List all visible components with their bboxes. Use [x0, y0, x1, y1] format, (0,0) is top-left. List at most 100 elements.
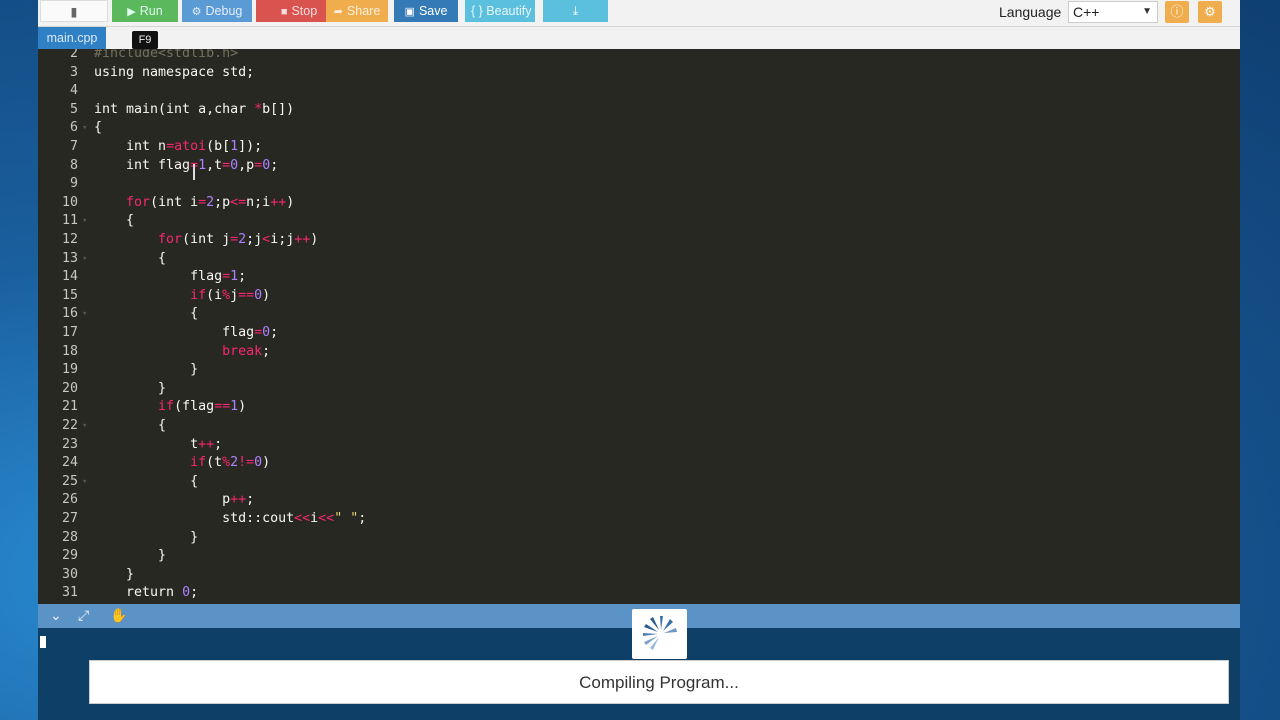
- expand-icon[interactable]: ⤢: [78, 607, 89, 624]
- tab-main-cpp[interactable]: main.cpp: [38, 27, 106, 49]
- code-line[interactable]: 28 }: [38, 529, 1240, 547]
- line-number: 4: [69, 83, 78, 99]
- line-number: 20: [61, 380, 78, 396]
- pin-icon[interactable]: ✋: [110, 607, 127, 624]
- line-number: 24: [61, 455, 78, 471]
- console-cursor: [40, 636, 46, 648]
- line-number: 31: [61, 585, 78, 601]
- code-line[interactable]: 27 std::cout<<i<<" ";: [38, 510, 1240, 528]
- code-text: int flag=1,t=0,p=0;: [94, 157, 279, 173]
- code-line[interactable]: 2 #include<stdlib.h>: [38, 49, 1240, 63]
- line-number: 16: [61, 306, 78, 322]
- file-tab-strip: main.cpp F9: [38, 27, 1240, 49]
- line-number: 14: [61, 269, 78, 285]
- code-line[interactable]: 17 flag=0;: [38, 324, 1240, 342]
- line-number: 28: [61, 529, 78, 545]
- code-line[interactable]: 9: [38, 175, 1240, 193]
- save-icon: ▣: [404, 6, 415, 18]
- stop-icon: ■: [280, 6, 288, 18]
- compiling-status: Compiling Program...: [89, 660, 1229, 704]
- code-line[interactable]: 14 flag=1;: [38, 268, 1240, 286]
- run-button[interactable]: ▶ Run: [112, 0, 178, 22]
- line-number: 13: [61, 250, 78, 266]
- shortcut-tooltip: F9: [132, 31, 158, 49]
- code-line[interactable]: 11 ▾ {: [38, 212, 1240, 230]
- line-number: 11: [61, 213, 78, 229]
- code-text: return 0;: [94, 585, 199, 601]
- settings-button[interactable]: ⚙: [1198, 1, 1222, 23]
- code-text: }: [94, 362, 199, 378]
- code-line[interactable]: 13 ▾ {: [38, 250, 1240, 268]
- code-line[interactable]: 6 ▾ {: [38, 119, 1240, 137]
- line-number: 18: [61, 343, 78, 359]
- language-select[interactable]: C++ ▼: [1068, 1, 1158, 23]
- fold-arrow-icon[interactable]: ▾: [82, 305, 87, 323]
- code-text: flag=0;: [94, 325, 279, 340]
- fold-arrow-icon[interactable]: ▾: [82, 250, 87, 268]
- code-line[interactable]: 16 ▾ {: [38, 305, 1240, 323]
- line-number: 19: [61, 362, 78, 378]
- chevron-down-icon: ▼: [1142, 6, 1152, 17]
- code-line[interactable]: 22 ▾ {: [38, 417, 1240, 435]
- code-text: if(i%j==0): [190, 287, 271, 303]
- fold-arrow-icon[interactable]: ▾: [82, 119, 87, 137]
- code-text: {: [94, 418, 167, 433]
- code-text: #include<stdlib.h>: [94, 49, 239, 61]
- code-line[interactable]: 30 }: [38, 566, 1240, 584]
- debug-button[interactable]: ⚙ Debug: [182, 0, 252, 22]
- code-line[interactable]: 10 for(int i=2;p<=n;i++): [38, 194, 1240, 212]
- line-number: 21: [61, 399, 78, 415]
- line-number: 5: [69, 101, 78, 117]
- code-text: for(int i=2;p<=n;i++): [126, 194, 295, 210]
- fold-arrow-icon[interactable]: ▾: [82, 417, 87, 435]
- code-line[interactable]: 19 }: [38, 361, 1240, 379]
- code-line[interactable]: 20 }: [38, 380, 1240, 398]
- code-line[interactable]: 8 int flag=1,t=0,p=0;: [38, 157, 1240, 175]
- code-line[interactable]: 7 int n=atoi(b[1]);: [38, 138, 1240, 156]
- code-text: }: [94, 566, 135, 582]
- info-button[interactable]: ⓘ: [1165, 1, 1189, 23]
- code-line[interactable]: 24 if(t%2!=0): [38, 454, 1240, 472]
- code-line[interactable]: 18 break;: [38, 343, 1240, 361]
- code-text: std::cout<<i<<" ";: [94, 511, 367, 526]
- new-file-button[interactable]: ▮: [40, 0, 108, 22]
- code-text: if(t%2!=0): [190, 455, 271, 471]
- beautify-button[interactable]: { } Beautify: [465, 0, 535, 22]
- download-icon: ⤓: [572, 4, 579, 18]
- code-line[interactable]: 12 for(int j=2;j<i;j++): [38, 231, 1240, 249]
- code-line[interactable]: 4: [38, 82, 1240, 100]
- collapse-chevron-icon[interactable]: ⌄: [50, 607, 62, 624]
- code-line[interactable]: 3 using namespace std;: [38, 64, 1240, 82]
- fold-arrow-icon[interactable]: ▾: [82, 212, 87, 230]
- code-editor[interactable]: 2 #include<stdlib.h> 3 using namespace std;…: [38, 49, 1240, 604]
- code-line[interactable]: 15 if(i%j==0): [38, 287, 1240, 305]
- share-button[interactable]: ➦ Share: [326, 0, 388, 22]
- line-number: 3: [69, 64, 78, 80]
- code-line[interactable]: 23 t++;: [38, 436, 1240, 454]
- code-text: }: [94, 529, 199, 545]
- line-number: 29: [61, 548, 78, 564]
- code-line[interactable]: 5 int main(int a,char *b[]): [38, 101, 1240, 119]
- code-text: {: [94, 120, 103, 136]
- code-text: break;: [222, 343, 271, 359]
- code-line[interactable]: 21 if(flag==1): [38, 398, 1240, 416]
- download-button[interactable]: ⤓: [543, 0, 608, 22]
- line-number: 12: [61, 232, 78, 247]
- info-icon: ⓘ: [1170, 4, 1184, 19]
- toolbar: ▮ ▶ Run ⚙ Debug ■ Stop ➦ Share ▣ Save { } Bea…: [38, 0, 1240, 27]
- code-text: int n=atoi(b[1]);: [94, 139, 263, 154]
- text-cursor-icon: [193, 164, 195, 180]
- code-line[interactable]: 25 ▾ {: [38, 473, 1240, 491]
- code-text: {: [94, 213, 135, 229]
- save-button[interactable]: ▣ Save: [394, 0, 458, 22]
- file-icon: ▮: [70, 5, 78, 19]
- code-text: int main(int a,char *b[]): [94, 101, 295, 117]
- play-icon: ▶: [127, 6, 136, 18]
- code-line[interactable]: 31 return 0;: [38, 584, 1240, 602]
- gear-icon: ⚙: [1204, 4, 1216, 19]
- fold-arrow-icon[interactable]: ▾: [82, 473, 87, 491]
- debug-icon: ⚙: [191, 6, 202, 18]
- code-line[interactable]: 26 p++;: [38, 491, 1240, 509]
- line-number: 23: [61, 436, 78, 452]
- code-line[interactable]: 29 }: [38, 547, 1240, 565]
